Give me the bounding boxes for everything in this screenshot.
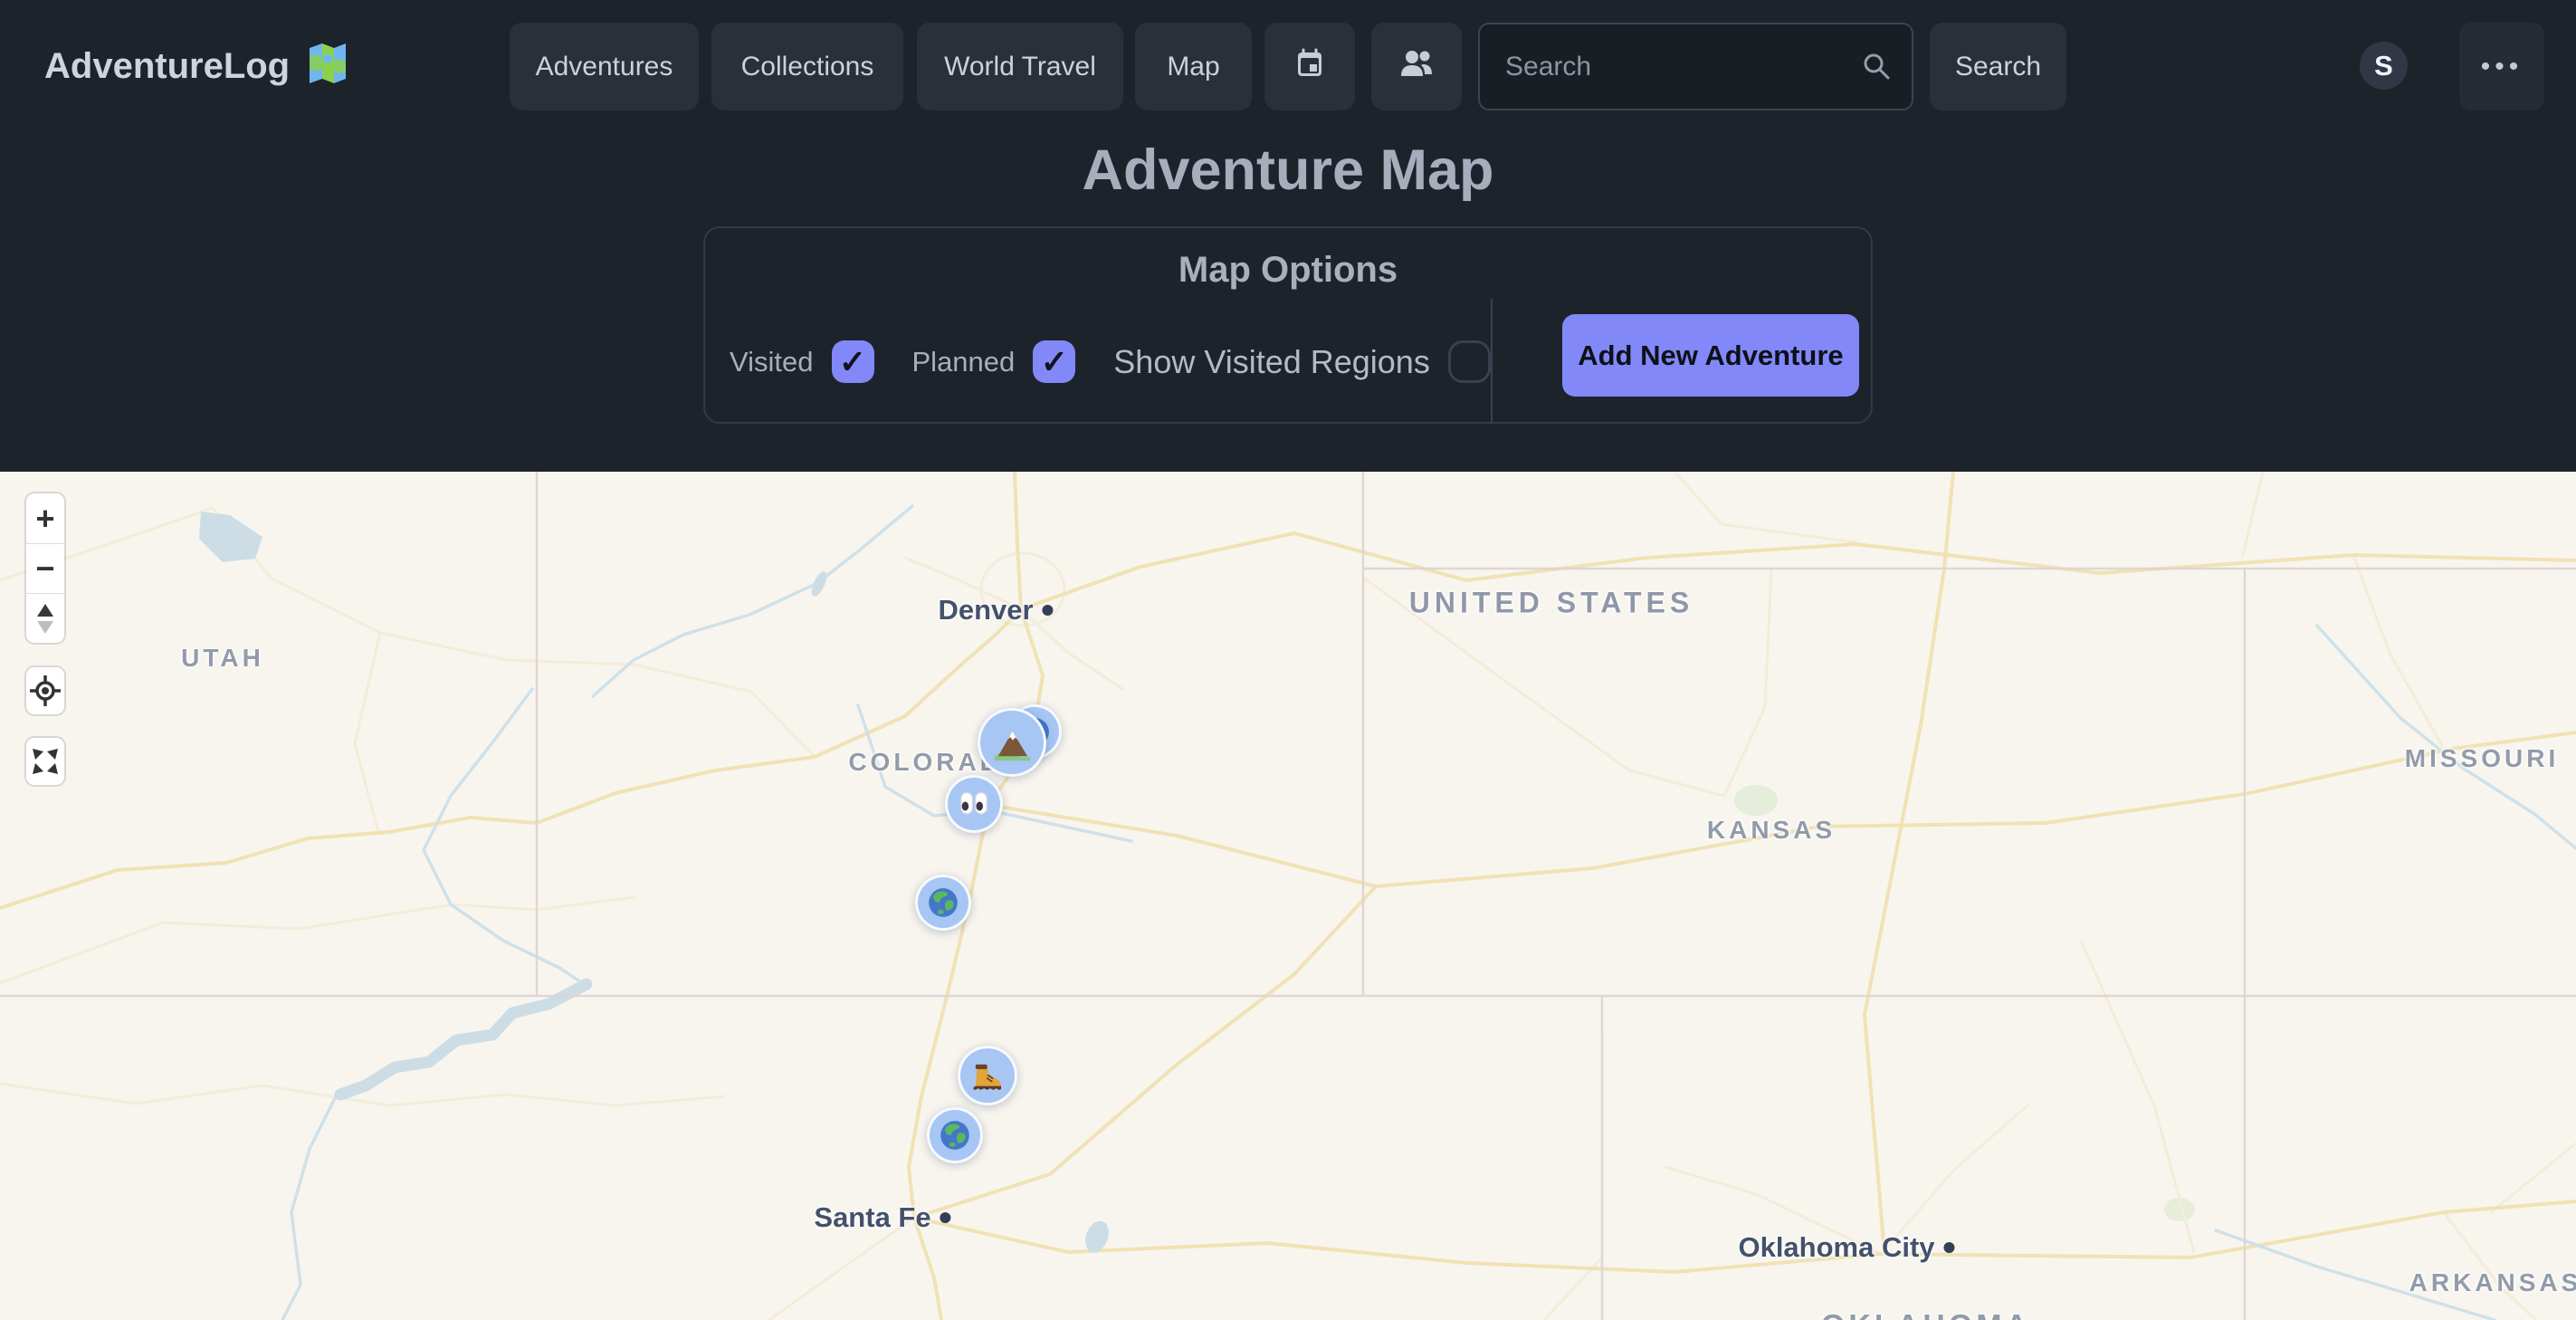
map-base-layer [0, 472, 2576, 1320]
globe-icon [938, 1118, 972, 1153]
map-options-row: Visited ✓ Planned ✓ Show Visited Regions [730, 319, 1529, 405]
calendar-icon [1292, 45, 1328, 89]
app-name: AdventureLog [44, 46, 290, 87]
nav-collections[interactable]: Collections [711, 23, 903, 110]
hiking-boot-marker[interactable] [958, 1046, 1017, 1105]
map-options-title: Map Options [705, 250, 1871, 291]
fullscreen-icon [28, 744, 62, 779]
ellipsis-icon: ••• [2481, 52, 2524, 81]
adventurelog-app: AdventureLog Adventures Collections Worl… [0, 0, 2576, 1320]
nav-map[interactable]: Map [1135, 23, 1252, 110]
checkbox-visited[interactable]: ✓ [832, 340, 874, 383]
globe-icon [926, 885, 960, 920]
geolocate-button[interactable] [26, 667, 64, 714]
users-icon [1398, 45, 1436, 89]
search-input[interactable] [1478, 23, 1913, 110]
option-label-planned: Planned [912, 346, 1016, 378]
calendar-button[interactable] [1264, 23, 1355, 110]
users-button[interactable] [1371, 23, 1462, 110]
option-visited: Visited ✓ [730, 340, 874, 383]
eyes-icon [956, 786, 992, 822]
search-field-wrap [1478, 23, 1913, 110]
overflow-menu-button[interactable]: ••• [2459, 23, 2544, 110]
search-button-label: Search [1955, 52, 2041, 82]
nav-world-travel[interactable]: World Travel [917, 23, 1123, 110]
zoom-out-button[interactable]: − [26, 543, 64, 593]
search-button[interactable]: Search [1930, 23, 2066, 110]
map-options-card: Map Options Visited ✓ Planned ✓ Show Visited… [703, 226, 1873, 424]
option-label-visited: Visited [730, 346, 814, 378]
nav-adventures-label: Adventures [536, 52, 673, 82]
page-title: Adventure Map [0, 138, 2576, 203]
options-divider [1491, 299, 1493, 424]
search-icon [1859, 49, 1894, 88]
geolocate-icon [28, 674, 62, 708]
hiking-boot-icon [969, 1057, 1007, 1095]
map-zoom-control: + − [26, 493, 64, 643]
checkbox-show-visited-regions[interactable] [1448, 340, 1491, 383]
check-icon: ✓ [1041, 346, 1068, 378]
option-show-visited-regions: Show Visited Regions [1113, 340, 1491, 383]
option-label-show-visited-regions: Show Visited Regions [1113, 343, 1430, 381]
eyes-marker[interactable] [945, 775, 1003, 833]
nav-world-travel-label: World Travel [944, 52, 1096, 82]
map-canvas[interactable]: UNITED STATESUTAHCOLORADOKANSASMISSOURIA… [0, 472, 2576, 1320]
top-navbar: AdventureLog Adventures Collections Worl… [0, 23, 2576, 110]
folded-map-icon [304, 39, 351, 95]
nav-map-label: Map [1167, 52, 1219, 82]
avatar[interactable]: S [2360, 42, 2408, 90]
zoom-in-button[interactable]: + [26, 493, 64, 543]
mountain-icon [991, 722, 1034, 764]
globe-marker[interactable] [927, 1107, 983, 1163]
check-icon: ✓ [839, 346, 866, 378]
map-fullscreen-control [26, 738, 64, 785]
map-geolocate-control [26, 667, 64, 714]
fullscreen-button[interactable] [26, 738, 64, 785]
checkbox-planned[interactable]: ✓ [1033, 340, 1075, 383]
pitch-toggle-icon [29, 598, 62, 638]
add-new-adventure-button[interactable]: Add New Adventure [1562, 314, 1859, 397]
nav-adventures[interactable]: Adventures [510, 23, 699, 110]
globe-marker[interactable] [915, 875, 971, 931]
mountain-marker[interactable] [978, 708, 1046, 777]
app-logo[interactable]: AdventureLog [44, 23, 351, 110]
nav-collections-label: Collections [741, 52, 874, 82]
pitch-toggle-button[interactable] [26, 593, 64, 643]
avatar-initial: S [2374, 50, 2393, 82]
option-planned: Planned ✓ [912, 340, 1076, 383]
